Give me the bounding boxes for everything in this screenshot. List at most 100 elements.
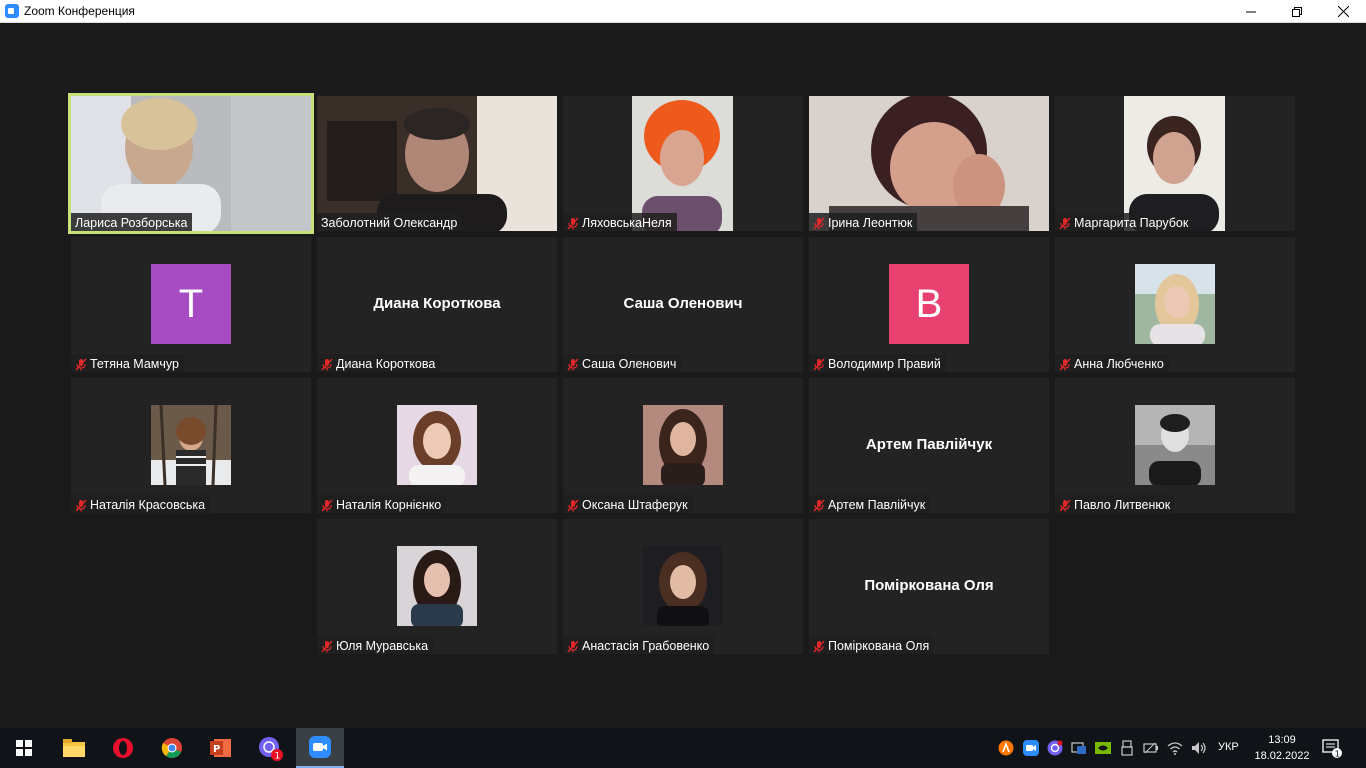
powerpoint-icon: P: [210, 739, 231, 757]
participant-name-bar: Маргарита Парубок: [1055, 213, 1194, 231]
video-feed: [632, 96, 733, 231]
avatar-initial: T: [178, 281, 204, 326]
clock-date: 18.02.2022: [1254, 750, 1310, 762]
nvidia-icon[interactable]: [1095, 740, 1111, 756]
minimize-icon: [1246, 11, 1256, 12]
taskbar-chrome[interactable]: [148, 728, 196, 768]
muted-mic-icon: [813, 640, 825, 652]
participant-tile[interactable]: Артем Павлійчук Артем Павлійчук: [809, 378, 1049, 513]
participant-tile[interactable]: T Тетяна Мамчур: [71, 237, 311, 372]
participant-tile[interactable]: Саша Оленович Саша Оленович: [563, 237, 803, 372]
taskbar: P 1 УКР 13:09 18.02.2022 1: [0, 728, 1366, 768]
participant-name: Анастасія Грабовенко: [582, 639, 710, 653]
profile-photo: [151, 405, 231, 485]
muted-mic-icon: [567, 358, 579, 370]
participant-tile[interactable]: Маргарита Парубок: [1055, 96, 1295, 231]
video-feed: [71, 96, 311, 231]
video-feed: [809, 96, 1049, 231]
participant-display-name: Поміркована Оля: [864, 577, 994, 594]
participant-name-bar: Анастасія Грабовенко: [563, 636, 715, 654]
battery-icon[interactable]: [1143, 740, 1159, 756]
participant-name-bar: Наталія Корнієнко: [317, 495, 447, 513]
start-button[interactable]: [0, 728, 48, 768]
maximize-button[interactable]: [1274, 0, 1320, 23]
close-button[interactable]: [1320, 0, 1366, 23]
wifi-icon[interactable]: [1167, 740, 1183, 756]
participant-name-bar: Диана Короткова: [317, 354, 441, 372]
viber-badge: 1: [275, 752, 281, 762]
participant-name: Лариса Розборська: [75, 216, 188, 230]
participant-name: Юля Муравська: [336, 639, 429, 653]
taskbar-powerpoint[interactable]: P: [197, 728, 245, 768]
notification-center-icon[interactable]: 1: [1322, 738, 1342, 758]
participant-display-name: Диана Короткова: [373, 295, 501, 312]
clock[interactable]: 13:09 18.02.2022: [1252, 732, 1312, 764]
participant-tile[interactable]: Оксана Штаферук: [563, 378, 803, 513]
profile-photo: [643, 546, 723, 626]
avast-icon[interactable]: [998, 740, 1014, 756]
participant-tile[interactable]: Наталія Корнієнко: [317, 378, 557, 513]
language-indicator[interactable]: УКР: [1218, 741, 1239, 753]
participant-name-bar: ЛяховськаНеля: [563, 213, 677, 231]
participant-name: Анна Любченко: [1074, 357, 1164, 371]
participant-name-bar: Анна Любченко: [1055, 354, 1169, 372]
muted-mic-icon: [321, 640, 333, 652]
participant-tile[interactable]: ЛяховськаНеля: [563, 96, 803, 231]
participant-tile[interactable]: Поміркована Оля Поміркована Оля: [809, 519, 1049, 654]
participant-tile[interactable]: Лариса Розборська: [68, 93, 314, 234]
chrome-icon: [161, 738, 182, 758]
participant-name-bar: Павло Литвенюк: [1055, 495, 1176, 513]
notification-badge: 1: [1335, 750, 1340, 759]
participant-name: Наталія Корнієнко: [336, 498, 442, 512]
participant-display-name: Артем Павлійчук: [865, 436, 993, 453]
viber-icon: 1: [259, 737, 283, 762]
participant-name: Заболотний Олександр: [321, 216, 458, 230]
muted-mic-icon: [567, 499, 579, 511]
profile-photo: [397, 546, 477, 626]
volume-icon[interactable]: [1191, 740, 1207, 756]
opera-icon: [113, 738, 133, 758]
participant-tile[interactable]: Павло Литвенюк: [1055, 378, 1295, 513]
muted-mic-icon: [813, 358, 825, 370]
taskbar-viber[interactable]: 1: [246, 728, 294, 768]
usb-device-icon[interactable]: [1119, 740, 1135, 756]
participant-name-bar: Ірина Леонтюк: [809, 213, 918, 231]
svg-text:P: P: [213, 744, 220, 755]
participant-tile[interactable]: Ірина Леонтюк: [809, 96, 1049, 231]
window-title: Zoom Конференция: [24, 4, 135, 18]
network-device-icon[interactable]: [1071, 740, 1087, 756]
muted-mic-icon: [321, 358, 333, 370]
participant-tile[interactable]: Наталія Красовська: [71, 378, 311, 513]
participant-name-bar: Артем Павлійчук: [809, 495, 931, 513]
windows-icon: [16, 740, 32, 756]
avatar-initial: B: [915, 281, 943, 326]
close-icon: [1337, 6, 1349, 17]
gallery-view: Лариса Розборська Заболотний Олександр Л…: [0, 23, 1366, 728]
clock-time: 13:09: [1268, 734, 1296, 746]
muted-mic-icon: [567, 640, 579, 652]
participant-name-bar: Володимир Правий: [809, 354, 946, 372]
participant-display-name: Саша Оленович: [623, 295, 743, 312]
participant-name-bar: Юля Муравська: [317, 636, 434, 654]
muted-mic-icon: [321, 499, 333, 511]
zoom-tray-icon[interactable]: [1023, 740, 1039, 756]
zoom-app-icon: [5, 4, 19, 18]
viber-tray-icon[interactable]: [1047, 740, 1063, 756]
participant-tile[interactable]: Юля Муравська: [317, 519, 557, 654]
minimize-button[interactable]: [1228, 0, 1274, 23]
participant-tile[interactable]: Анастасія Грабовенко: [563, 519, 803, 654]
title-bar: Zoom Конференция: [0, 0, 1366, 23]
muted-mic-icon: [567, 217, 579, 229]
folder-icon: [63, 739, 85, 757]
participant-tile[interactable]: Анна Любченко: [1055, 237, 1295, 372]
participant-name: Володимир Правий: [828, 357, 941, 371]
video-feed: [1124, 96, 1225, 231]
taskbar-zoom[interactable]: [296, 728, 344, 768]
taskbar-file-explorer[interactable]: [50, 728, 98, 768]
muted-mic-icon: [1059, 499, 1071, 511]
participant-tile[interactable]: B Володимир Правий: [809, 237, 1049, 372]
taskbar-opera[interactable]: [99, 728, 147, 768]
participant-tile[interactable]: Заболотний Олександр: [317, 96, 557, 231]
muted-mic-icon: [1059, 217, 1071, 229]
participant-tile[interactable]: Диана Короткова Диана Короткова: [317, 237, 557, 372]
